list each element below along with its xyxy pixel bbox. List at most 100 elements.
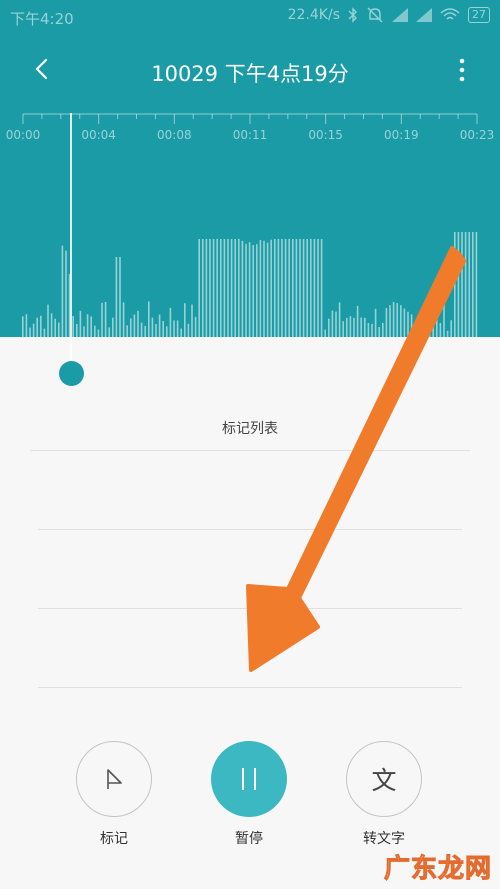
waveform-bar [230,239,233,337]
pause-label: 暂停 [235,831,263,847]
waveform-bar [58,322,60,337]
waveform [22,232,478,337]
waveform-bar [36,317,38,337]
timeline-label: 00:08 [157,128,192,142]
waveform-bar [173,320,175,337]
waveform-bar [90,316,92,337]
list-divider [38,608,462,609]
waveform-bar [310,239,312,337]
waveform-bar [119,257,121,337]
waveform-bar [281,239,283,337]
signal-icon [392,8,408,22]
waveform-bar [428,319,431,337]
page-title: 10029 下午4点19分 [151,62,349,86]
waveform-bar [151,317,154,337]
waveform-bar [47,304,49,337]
more-vertical-icon[interactable] [456,56,468,84]
waveform-bar [169,307,172,337]
waveform-bar [238,239,240,337]
waveform-bar [72,316,74,337]
network-speed: 22.4K/s [287,7,340,23]
timeline-ruler[interactable]: 00:00 00:04 00:08 00:11 00:15 00:19 00:23 [0,110,500,150]
waveform-bar [194,316,197,337]
list-divider [30,450,470,451]
waveform-bar [421,320,424,337]
waveform-bar [439,322,442,337]
waveform-bar [65,250,67,337]
list-divider [38,687,462,688]
status-time: 下午4:20 [10,10,74,28]
waveform-bar [94,325,96,337]
waveform-bar [133,314,136,337]
transcribe-label: 转文字 [363,831,405,847]
timeline-label: 00:19 [384,128,419,142]
transcribe-button[interactable]: 文 [346,741,422,817]
waveform-bar [259,240,262,337]
waveform-bar [277,239,280,337]
waveform-bar [284,239,287,337]
waveform-bar [155,324,157,337]
waveform-bar [108,327,110,337]
waveform-bar [353,317,355,337]
waveform-bar [241,240,244,337]
waveform-bar [252,245,254,337]
waveform-bar [374,308,377,337]
waveform-bar [101,302,103,337]
waveform-bar [76,323,78,337]
waveform-bar [414,330,416,337]
waveform-bar [79,310,82,337]
waveform-bar [212,239,215,337]
text-icon: 文 [371,766,397,795]
waveform-bar [198,239,200,337]
waveform-bar [317,239,319,337]
timeline-label: 00:23 [459,128,495,142]
waveform-bar [29,327,31,337]
timeline-label: 00:00 [5,128,41,142]
waveform-bar [457,232,460,337]
waveform-bar [364,317,366,337]
waveform-bar [61,245,64,337]
waveform-bar [385,308,388,337]
waveform-bar [432,310,434,337]
waveform-bar [331,310,334,337]
timeline-label: 00:15 [308,128,343,142]
waveform-bar [274,239,276,337]
waveform-bar [25,314,28,337]
waveform-bar [209,239,211,337]
waveform-bar [86,314,89,337]
recording-panel: 下午4:20 22.4K/s 27 10029 下午4点19分 00:00 00:… [0,0,500,337]
waveform-bar [454,232,456,337]
waveform-bar [126,325,128,337]
waveform-bar [313,239,316,337]
waveform-bar [468,232,470,337]
waveform-bar [400,305,402,337]
waveform-bar [461,232,463,337]
waveform-bar [176,320,179,337]
waveform-bar [475,232,478,337]
waveform-bar [43,328,46,337]
pause-button[interactable] [211,741,287,817]
waveform-bar [144,325,146,337]
waveform-bar [302,239,305,337]
waveform-bar [220,239,222,337]
mark-label: 标记 [100,831,128,847]
waveform-bar [104,301,107,337]
waveform-bar [320,239,323,337]
waveform-bar [328,318,330,337]
watermark: 广东龙网 [383,854,492,885]
waveform-bar [191,304,193,337]
title-bar: 10029 下午4点19分 [0,50,500,90]
waveform-bar [425,324,427,337]
waveform-bar [97,329,100,337]
waveform-bar [295,239,298,337]
playhead-handle[interactable] [59,361,84,386]
waveform-bar [299,239,301,337]
waveform-bar [392,301,395,337]
waveform-bar [50,313,53,337]
status-icons: 22.4K/s 27 [288,7,490,23]
waveform-bar [389,305,391,337]
waveform-bar [356,305,359,337]
mark-button[interactable] [76,741,152,817]
waveform-bar [367,323,370,337]
waveform-bar [443,302,445,337]
